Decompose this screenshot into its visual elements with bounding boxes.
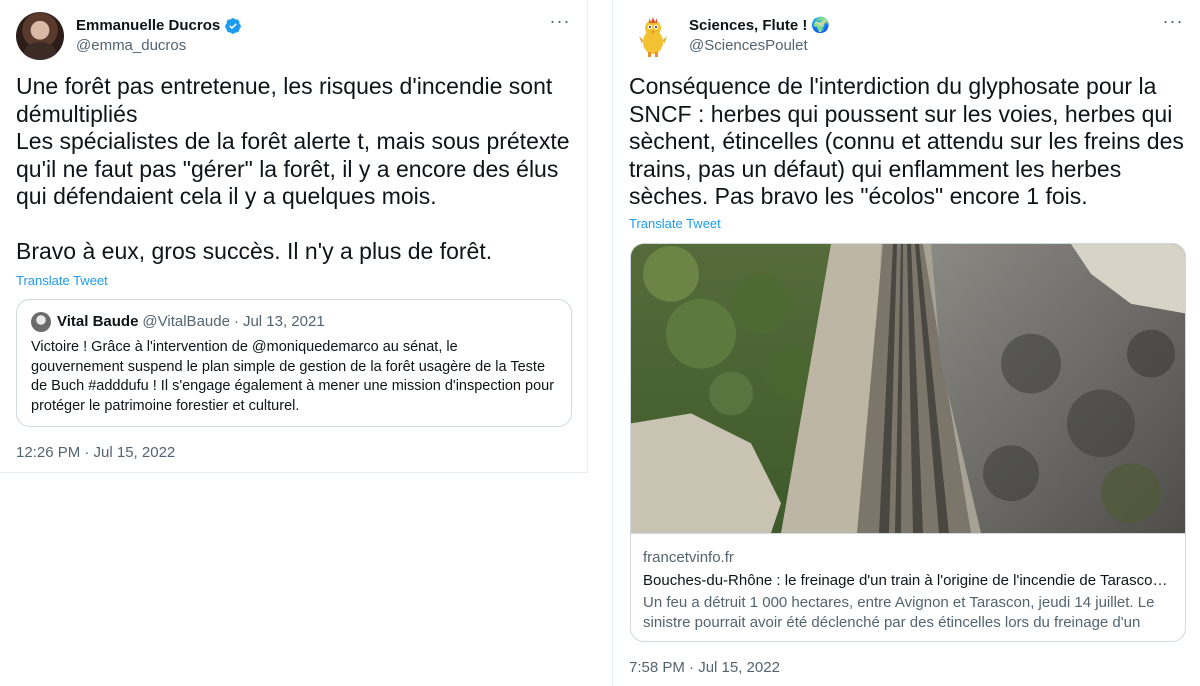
tweet-sciences-poulet[interactable]: Sciences, Flute ! 🌍 @SciencesPoulet ··· …: [612, 0, 1200, 686]
tweet-text: Une forêt pas entretenue, les risques d'…: [16, 73, 570, 264]
verified-badge-icon: [225, 18, 242, 34]
author-name[interactable]: Sciences, Flute !: [689, 16, 807, 36]
quoted-avatar: [31, 312, 51, 332]
author-handle[interactable]: @emma_ducros: [76, 36, 242, 56]
author-name-row[interactable]: Sciences, Flute ! 🌍: [689, 16, 830, 36]
quoted-separator: ·: [233, 313, 239, 330]
quoted-tweet-text: Victoire ! Grâce à l'intervention de @mo…: [31, 339, 555, 414]
author-name-row[interactable]: Emmanuelle Ducros: [76, 16, 242, 36]
tweet-timestamp[interactable]: 7:58 PM · Jul 15, 2022: [629, 659, 780, 676]
card-domain: francetvinfo.fr: [643, 549, 734, 566]
more-options-icon[interactable]: ···: [1162, 12, 1184, 36]
tweet-timestamp[interactable]: 12:26 PM · Jul 15, 2022: [16, 444, 175, 461]
author-handle[interactable]: @SciencesPoulet: [689, 36, 830, 56]
tweet-text: Conséquence de l'interdiction du glyphos…: [629, 73, 1184, 209]
author-block: Sciences, Flute ! 🌍 @SciencesPoulet: [689, 16, 830, 56]
author-block: Emmanuelle Ducros @emma_ducros: [76, 16, 242, 56]
avatar[interactable]: [629, 12, 677, 60]
quoted-tweet-header: Vital Baude @VitalBaude · Jul 13, 2021: [31, 312, 557, 332]
quoted-author-handle: @VitalBaude: [142, 313, 230, 330]
translate-tweet-link[interactable]: Translate Tweet: [16, 273, 108, 288]
tweet-header: Sciences, Flute ! 🌍 @SciencesPoulet ···: [629, 12, 1184, 62]
quoted-author-name: Vital Baude: [57, 313, 139, 330]
link-preview-card[interactable]: francetvinfo.fr Bouches-du-Rhône : le fr…: [630, 243, 1186, 642]
avatar[interactable]: [16, 12, 64, 60]
card-image-railway-fire[interactable]: [631, 244, 1186, 534]
card-description: Un feu a détruit 1 000 hectares, entre A…: [643, 594, 1155, 631]
quoted-tweet[interactable]: Vital Baude @VitalBaude · Jul 13, 2021 V…: [16, 299, 572, 427]
translate-tweet-link[interactable]: Translate Tweet: [629, 216, 721, 231]
tweet-header: Emmanuelle Ducros @emma_ducros ···: [16, 12, 571, 62]
quoted-date: Jul 13, 2021: [242, 313, 325, 330]
chicken-mascot-icon: [639, 17, 667, 57]
author-name[interactable]: Emmanuelle Ducros: [76, 16, 220, 36]
card-meta: francetvinfo.fr Bouches-du-Rhône : le fr…: [643, 548, 1173, 633]
globe-emoji-icon: 🌍: [811, 17, 831, 34]
more-options-icon[interactable]: ···: [549, 12, 571, 36]
tweet-emma-ducros[interactable]: Emmanuelle Ducros @emma_ducros ··· Une f…: [0, 0, 588, 473]
card-title[interactable]: Bouches-du-Rhône : le freinage d'un trai…: [643, 571, 1173, 591]
